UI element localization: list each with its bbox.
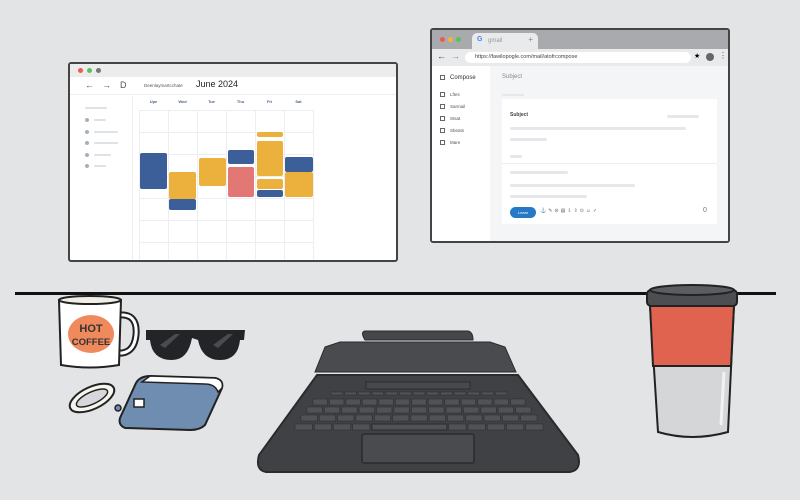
keyboard-key[interactable] (477, 398, 493, 406)
keyboard-key[interactable] (324, 406, 341, 414)
keyboard-key[interactable] (344, 391, 357, 396)
keyboard-key[interactable] (502, 414, 519, 422)
keyboard-key[interactable] (385, 391, 398, 396)
spacebar-key[interactable] (371, 423, 448, 431)
keyboard-key[interactable] (497, 406, 514, 414)
sunglasses (146, 330, 245, 360)
keyboard-key[interactable] (352, 423, 371, 431)
keyboard-key[interactable] (358, 406, 375, 414)
keyboard-key[interactable] (411, 398, 427, 406)
keyboard-key[interactable] (467, 391, 480, 396)
keyboard-key[interactable] (465, 414, 483, 422)
keyboard-key[interactable] (411, 406, 427, 414)
keyboard-key[interactable] (460, 398, 476, 406)
keyboard-key[interactable] (447, 414, 465, 422)
keyboard-key[interactable] (294, 423, 313, 431)
keyboard-key[interactable] (395, 398, 411, 406)
keyboard-key[interactable] (506, 423, 525, 431)
keyboard-key[interactable] (525, 423, 544, 431)
keyboard-key[interactable] (300, 414, 318, 422)
keyboard-key[interactable] (329, 398, 345, 406)
keyboard-key[interactable] (337, 414, 355, 422)
keyboard-key[interactable] (510, 398, 526, 406)
keyboard-key[interactable] (376, 406, 393, 414)
keyboard-key[interactable] (341, 406, 358, 414)
ring (68, 382, 116, 414)
keyboard-key[interactable] (426, 391, 439, 396)
mug-text: COFFEE (72, 337, 111, 348)
travel-tumbler (646, 284, 738, 438)
keyboard-key[interactable] (515, 406, 532, 414)
keyboard-key[interactable] (487, 423, 505, 431)
keyboard-key[interactable] (483, 414, 501, 422)
keyboard-key[interactable] (373, 414, 391, 422)
keyboard-case (256, 330, 580, 473)
keyboard-key[interactable] (428, 406, 445, 414)
keyboard-key[interactable] (412, 391, 426, 396)
keyboard-key[interactable] (428, 414, 446, 422)
keyboard-key[interactable] (362, 398, 378, 406)
desk-items: HOT COFFEE (57, 284, 738, 473)
keyboard-key[interactable] (444, 398, 460, 406)
keyboard-key[interactable] (378, 398, 394, 406)
trackpad[interactable] (361, 433, 475, 464)
keyboard-key[interactable] (453, 391, 467, 396)
keyboard-key[interactable] (392, 414, 410, 422)
keyboard-key[interactable] (306, 406, 323, 414)
keyboard-key[interactable] (520, 414, 538, 422)
keyboard-key[interactable] (312, 398, 328, 406)
keyboard-key[interactable] (313, 423, 332, 431)
mug-text: HOT (79, 323, 103, 335)
keyboard-key[interactable] (358, 391, 371, 396)
keyboard-key[interactable] (495, 391, 508, 396)
keyboard-key[interactable] (355, 414, 373, 422)
keyboard-key[interactable] (463, 406, 480, 414)
keyboard-key[interactable] (330, 391, 343, 396)
keyboard-key[interactable] (480, 406, 497, 414)
keyboard-key[interactable] (448, 423, 467, 431)
keyboard-key[interactable] (399, 391, 412, 396)
keyboard-key[interactable] (393, 406, 410, 414)
keyboard-key[interactable] (445, 406, 462, 414)
keyboard-key[interactable] (481, 391, 494, 396)
keyboard-key[interactable] (427, 398, 443, 406)
keyboard-key[interactable] (319, 414, 336, 422)
wallet (114, 374, 224, 432)
keyboard-key[interactable] (410, 414, 428, 422)
keyboard-key[interactable] (493, 398, 509, 406)
coffee-mug: HOT COFFEE (57, 295, 140, 369)
keyboard-key[interactable] (333, 423, 351, 431)
keyboard-key[interactable] (371, 391, 385, 396)
keyboard-key[interactable] (467, 423, 486, 431)
keyboard-key[interactable] (345, 398, 361, 406)
keyboard-key[interactable] (440, 391, 453, 396)
